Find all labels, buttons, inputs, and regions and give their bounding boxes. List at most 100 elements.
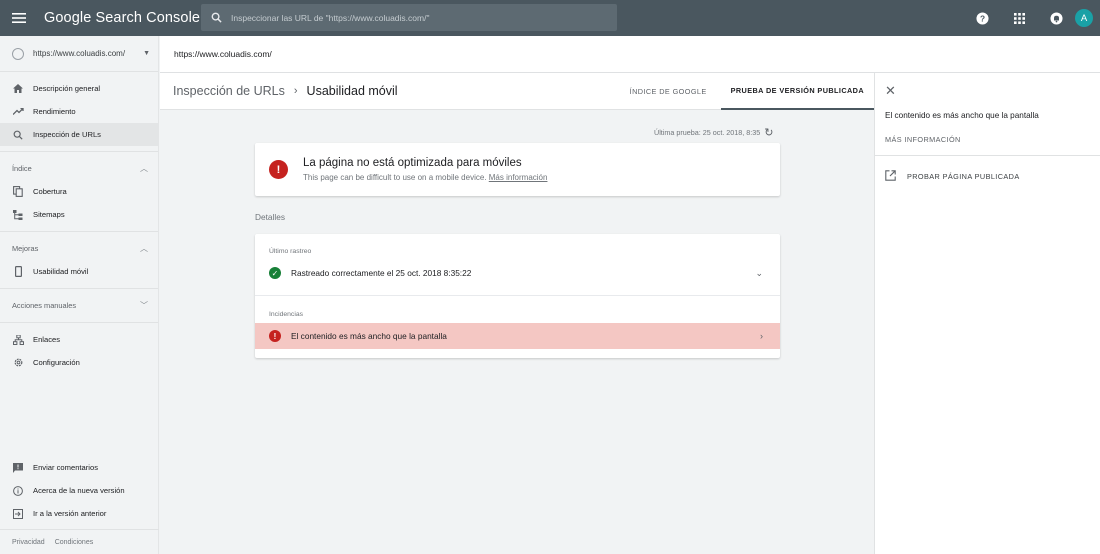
last-test-info: Última prueba: 25 oct. 2018, 8:35 ↻	[654, 126, 774, 139]
chevron-up-icon: ︿	[140, 164, 148, 173]
more-info-link[interactable]: Más información	[489, 173, 548, 182]
home-icon	[12, 83, 24, 95]
help-icon[interactable]: ?	[969, 0, 995, 36]
info-icon	[12, 485, 24, 497]
open-in-new-icon	[885, 170, 897, 182]
tab-live-test[interactable]: PRUEBA DE VERSIÓN PUBLICADA	[720, 73, 874, 110]
section-label: Acciones manuales	[12, 301, 77, 310]
main-content: Inspección de URLs › Usabilidad móvil ÍN…	[160, 73, 874, 554]
alert-subtitle: This page can be difficult to use on a m…	[303, 173, 547, 182]
search-input[interactable]	[231, 12, 601, 23]
sidebar-item-label: Sitemaps	[33, 210, 65, 219]
sidebar-item-label: Acerca de la nueva versión	[33, 486, 125, 495]
page-title: Usabilidad móvil	[306, 84, 398, 98]
close-icon[interactable]: ✕	[885, 83, 896, 99]
file-copy-icon	[12, 186, 24, 198]
sidebar-item-label: Inspección de URLs	[33, 130, 101, 139]
details-heading: Detalles	[255, 212, 285, 222]
terms-link[interactable]: Condiciones	[55, 539, 94, 546]
action-label: PROBAR PÁGINA PUBLICADA	[907, 171, 1020, 181]
inspected-url-bar: https://www.coluadis.com/	[160, 36, 1100, 73]
sidebar-item-overview[interactable]: Descripción general	[0, 77, 158, 100]
sidebar-item-old-version[interactable]: Ir a la versión anterior	[0, 502, 159, 525]
sidebar-item-feedback[interactable]: Enviar comentarios	[0, 456, 159, 479]
sidebar-item-links[interactable]: Enlaces	[0, 328, 158, 351]
sidebar-item-label: Rendimiento	[33, 107, 76, 116]
svg-text:?: ?	[979, 13, 984, 23]
divider	[0, 322, 158, 323]
last-crawl-text: Rastreado correctamente el 25 oct. 2018 …	[291, 268, 472, 278]
sidebar-item-label: Configuración	[33, 358, 80, 367]
status-alert-card: ! La página no está optimizada para móvi…	[255, 143, 780, 196]
page-header: Inspección de URLs › Usabilidad móvil ÍN…	[160, 73, 874, 110]
last-crawl-row[interactable]: ✓ Rastreado correctamente el 25 oct. 201…	[255, 260, 780, 286]
last-test-text: Última prueba: 25 oct. 2018, 8:35	[654, 128, 761, 137]
divider	[0, 151, 158, 152]
chevron-right-icon: ›	[293, 85, 298, 97]
sidebar-item-label: Enviar comentarios	[33, 463, 98, 472]
url-inspection-search	[201, 4, 617, 31]
divider	[0, 288, 158, 289]
smartphone-icon	[12, 266, 24, 278]
sitemap-icon	[12, 209, 24, 221]
refresh-icon[interactable]: ↻	[764, 126, 773, 139]
dropdown-arrow-icon: ▼	[143, 50, 150, 57]
menu-icon[interactable]	[1, 0, 37, 36]
sidebar: https://www.coluadis.com/ ▼ Descripción …	[0, 36, 159, 554]
top-app-bar: Google Search Console ? A	[0, 0, 1100, 36]
property-url: https://www.coluadis.com/	[33, 49, 126, 58]
section-manual-actions[interactable]: Acciones manuales ﹀	[0, 294, 158, 317]
divider	[875, 155, 1100, 156]
sidebar-item-label: Enlaces	[33, 335, 61, 344]
breadcrumb-parent[interactable]: Inspección de URLs	[173, 84, 285, 98]
sidebar-item-performance[interactable]: Rendimiento	[0, 100, 158, 123]
apps-grid-icon[interactable]	[1006, 0, 1032, 36]
tab-google-index[interactable]: ÍNDICE DE GOOGLE	[620, 73, 717, 110]
sidebar-item-coverage[interactable]: Cobertura	[0, 180, 158, 203]
issue-row[interactable]: ! El contenido es más ancho que la panta…	[255, 323, 780, 349]
section-improvements[interactable]: Mejoras ︿	[0, 237, 158, 260]
sidebar-item-about[interactable]: Acerca de la nueva versión	[0, 479, 159, 502]
chevron-down-icon: ⌄	[755, 267, 763, 278]
globe-icon	[12, 47, 24, 60]
notifications-icon[interactable]	[1043, 0, 1069, 36]
sidebar-item-label: Usabilidad móvil	[33, 267, 89, 276]
section-label: Mejoras	[12, 244, 39, 253]
account-avatar[interactable]: A	[1075, 9, 1093, 27]
panel-title: El contenido es más ancho que la pantall…	[885, 111, 1039, 120]
sidebar-footer: Privacidad Condiciones	[0, 529, 159, 554]
sidebar-item-label: Descripción general	[33, 84, 101, 93]
details-card: Último rastreo ✓ Rastreado correctamente…	[255, 234, 780, 358]
chevron-down-icon: ﹀	[140, 301, 148, 310]
error-icon: !	[269, 330, 281, 342]
sidebar-item-settings[interactable]: Configuración	[0, 351, 158, 374]
privacy-link[interactable]: Privacidad	[12, 539, 45, 546]
last-crawl-label: Último rastreo	[269, 248, 312, 255]
section-label: Índice	[12, 164, 32, 173]
more-info-button[interactable]: MÁS INFORMACIÓN	[885, 135, 961, 144]
search-icon	[12, 129, 24, 141]
divider	[0, 231, 158, 232]
sidebar-item-sitemaps[interactable]: Sitemaps	[0, 203, 158, 226]
sidebar-item-mobile-usability[interactable]: Usabilidad móvil	[0, 260, 158, 283]
alert-title: La página no está optimizada para móvile…	[303, 157, 522, 169]
test-live-page-button[interactable]: PROBAR PÁGINA PUBLICADA	[885, 170, 1020, 182]
feedback-icon	[12, 462, 24, 474]
property-selector[interactable]: https://www.coluadis.com/ ▼	[0, 36, 158, 72]
issues-label: Incidencias	[269, 311, 304, 318]
issue-text: El contenido es más ancho que la pantall…	[291, 331, 447, 341]
links-icon	[12, 334, 24, 346]
chevron-right-icon: ›	[760, 331, 763, 341]
inspected-url: https://www.coluadis.com/	[174, 49, 272, 59]
error-icon: !	[269, 160, 288, 179]
tab-bar: ÍNDICE DE GOOGLE PRUEBA DE VERSIÓN PUBLI…	[616, 73, 874, 110]
exit-to-app-icon	[12, 508, 24, 520]
check-circle-icon: ✓	[269, 267, 281, 279]
sidebar-item-url-inspection[interactable]: Inspección de URLs	[0, 123, 158, 146]
sidebar-item-label: Cobertura	[33, 187, 67, 196]
issue-detail-panel: ✕ El contenido es más ancho que la panta…	[874, 73, 1100, 554]
gear-icon	[12, 357, 24, 369]
app-title[interactable]: Google Search Console	[44, 10, 200, 26]
alert-subtitle-text: This page can be difficult to use on a m…	[303, 173, 487, 182]
section-index[interactable]: Índice ︿	[0, 157, 158, 180]
